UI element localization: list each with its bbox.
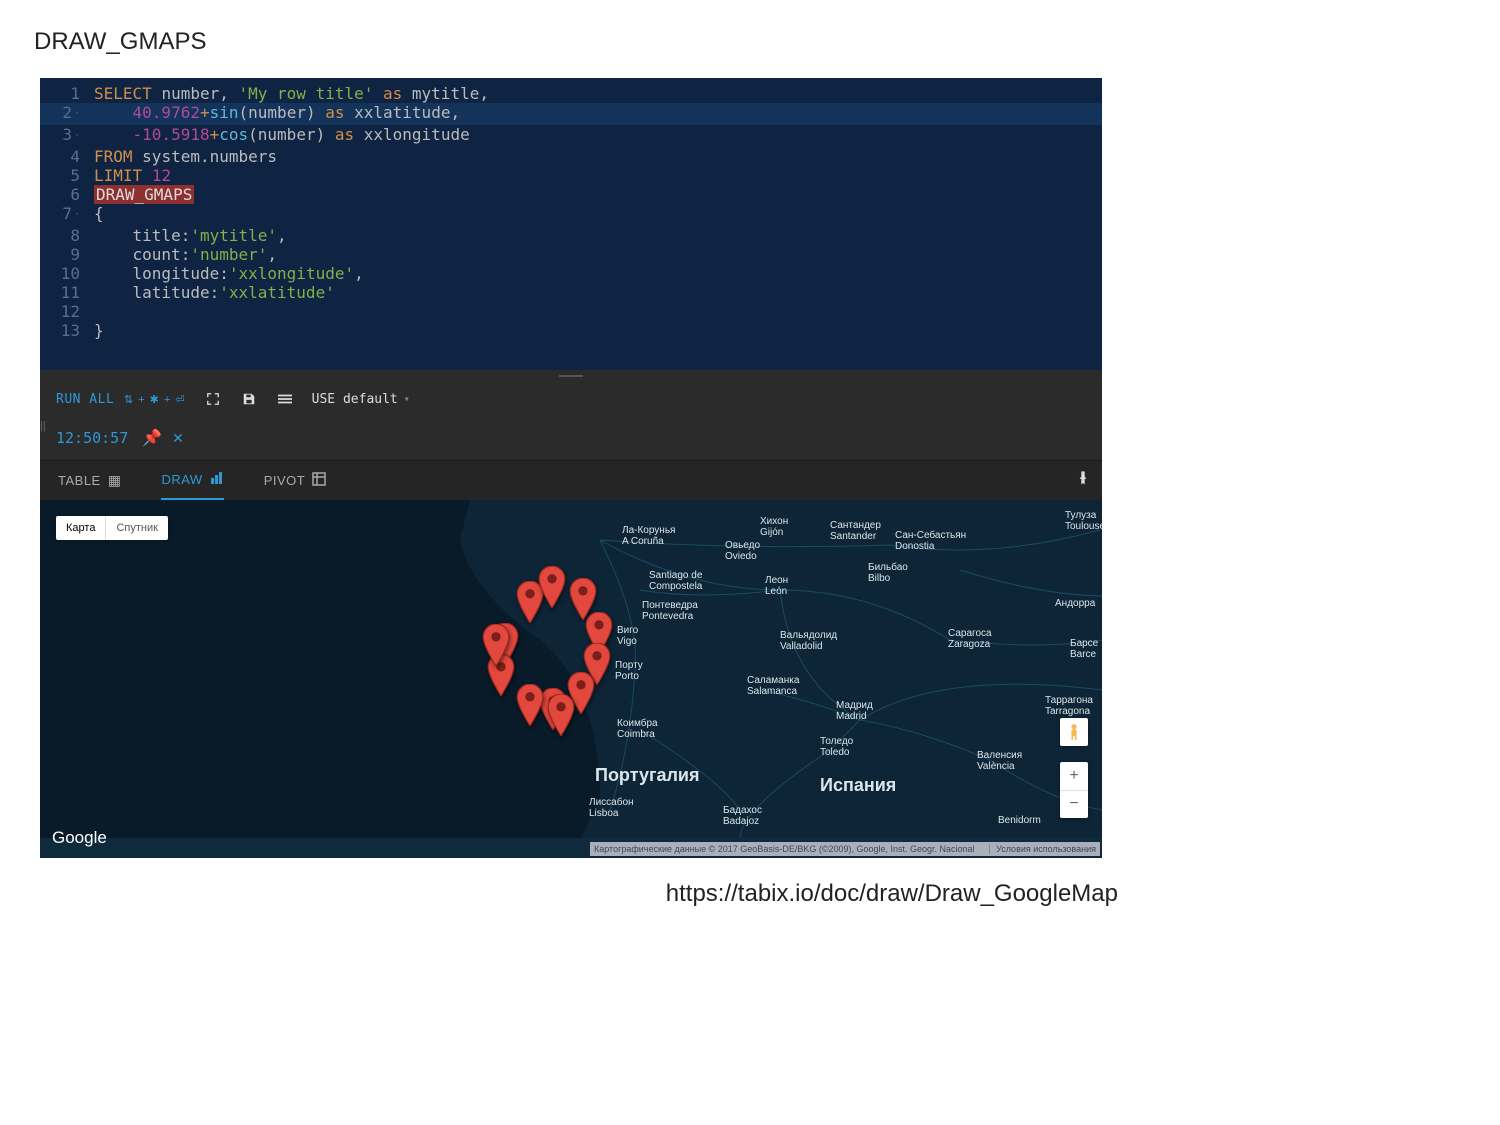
city-label: ПонтеведраPontevedra [642,600,698,622]
city-label: СаламанкаSalamanca [747,675,799,697]
city-label: СантандерSantander [830,520,881,542]
chevron-down-icon: ▾ [404,394,410,405]
code-line[interactable]: 4FROM system.numbers [40,147,1102,166]
map-marker[interactable] [538,566,566,613]
zoom-control: + − [1060,762,1088,818]
code-line[interactable]: 11 latitude:'xxlatitude' [40,283,1102,302]
split-drag-handle[interactable] [40,370,1102,382]
city-label: ОвьедоOviedo [725,540,760,562]
result-timestamp: 12:50:57 [56,429,128,447]
view-tabs: TABLE ▦ DRAW PIVOT [40,460,1102,500]
map-attribution: Картографические данные © 2017 GeoBasis-… [590,842,1100,856]
code-editor[interactable]: 1SELECT number, 'My row title' as mytitl… [40,78,1102,370]
tab-draw[interactable]: DRAW [161,461,223,500]
save-icon[interactable] [240,390,258,408]
map-marker[interactable] [516,684,544,731]
city-label: БильбаоBilbo [868,562,908,584]
city-label: Сан-СебастьянDonostia [895,530,966,552]
map-type-satellite[interactable]: Спутник [106,516,167,540]
code-line[interactable]: 7{ [40,204,1102,226]
google-logo: Google [52,828,107,848]
streetview-pegman[interactable] [1060,718,1088,746]
city-label: ВальядолидValladolid [780,630,837,652]
menu-icon[interactable] [276,390,294,408]
city-label: ВигоVigo [617,625,638,647]
map-type-control[interactable]: Карта Спутник [56,516,168,540]
code-line[interactable]: 6DRAW_GMAPS [40,185,1102,204]
code-line[interactable]: 8 title:'mytitle', [40,226,1102,245]
code-line[interactable]: 12 [40,302,1102,321]
city-label: ВаленсияValència [977,750,1022,772]
grid-icon: ▦ [108,472,122,489]
code-line[interactable]: 13} [40,321,1102,340]
city-label: Андорра [1055,598,1095,609]
resize-grip-icon[interactable]: || [40,420,46,432]
city-label: ХихонGijón [760,516,788,538]
city-label: ПортуPorto [615,660,643,682]
city-label: Santiago deCompostela [649,570,702,592]
city-label: ТоледоToledo [820,736,853,758]
pin-result-icon[interactable]: 📌 [142,428,162,448]
city-label: БадахосBadajoz [723,805,762,827]
map-type-map[interactable]: Карта [56,516,106,540]
code-line[interactable]: 5LIMIT 12 [40,166,1102,185]
run-all-button[interactable]: RUN ALL ⇅ + ✱ + ⏎ [56,391,186,407]
map-marker[interactable] [482,624,510,671]
city-label: Ла-КоруньяA Coruña [622,525,675,547]
country-label: Испания [820,780,896,791]
toolbar: RUN ALL ⇅ + ✱ + ⏎ USE default▾ [40,382,1102,416]
code-line[interactable]: 2 40.9762+sin(number) as xxlatitude, [40,103,1102,125]
zoom-out-button[interactable]: − [1060,791,1088,819]
close-result-icon[interactable]: ✕ [172,430,184,447]
city-label: Benidorm [998,815,1041,826]
map-marker[interactable] [547,694,575,741]
page-title: DRAW_GMAPS [34,28,1466,56]
code-line[interactable]: 3 -10.5918+cos(number) as xxlongitude [40,125,1102,147]
pivot-icon [312,472,326,489]
tab-pivot[interactable]: PIVOT [264,461,327,500]
code-line[interactable]: 9 count:'number', [40,245,1102,264]
city-label: СарагосаZaragoza [948,628,992,650]
fullscreen-icon[interactable] [204,390,222,408]
app-shell: 1SELECT number, 'My row title' as mytitl… [40,78,1102,858]
google-map[interactable]: Карта Спутник ТулузаToulouse Сан-Себастья… [40,500,1102,858]
city-label: ТулузаToulouse [1065,510,1102,532]
city-label: ЛеонLeón [765,575,788,597]
city-label: ТаррагонаTarragona [1045,695,1093,717]
source-url: https://tabix.io/doc/draw/Draw_GoogleMap [34,880,1118,908]
code-line[interactable]: 10 longitude:'xxlongitude', [40,264,1102,283]
run-shortcut-hint: ⇅ + ✱ + ⏎ [124,394,186,406]
country-label: Португалия [595,770,699,781]
tab-table[interactable]: TABLE ▦ [58,461,121,500]
bar-chart-icon [210,471,224,488]
map-terms-link[interactable]: Условия использования [989,844,1096,854]
city-label: КоимбраCoimbra [617,718,658,740]
code-line[interactable]: 1SELECT number, 'My row title' as mytitl… [40,84,1102,103]
result-tab-row: || 12:50:57 📌 ✕ [40,416,1102,460]
database-selector[interactable]: USE default▾ [312,392,410,407]
city-label: ЛиссабонLisboa [589,797,634,819]
zoom-in-button[interactable]: + [1060,762,1088,791]
city-label: МадридMadrid [836,700,873,722]
city-label: БарсеBarce [1070,638,1098,660]
pin-panel-icon[interactable] [1078,471,1088,490]
